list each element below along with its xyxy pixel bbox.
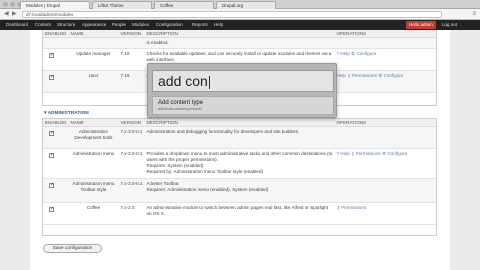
module-enable-checkbox[interactable] bbox=[49, 206, 54, 212]
configure-link[interactable]: Configure bbox=[384, 73, 404, 78]
module-enable-checkbox[interactable] bbox=[49, 52, 54, 58]
module-name: Coffee bbox=[68, 202, 119, 225]
help-icon: ? bbox=[336, 151, 340, 156]
column-header-operations: OPERATIONS bbox=[334, 30, 436, 38]
suggestion-path: admin/structure/types/add bbox=[158, 107, 202, 111]
text-caret bbox=[208, 75, 210, 89]
toolbar-item-modules[interactable]: Modules bbox=[132, 20, 149, 30]
column-header-description: DESCRIPTION bbox=[144, 30, 335, 38]
column-header-name: NAME bbox=[68, 30, 119, 38]
help-icon: ? bbox=[336, 51, 340, 56]
module-required-by: Required by: Administration menu Toolbar… bbox=[146, 169, 264, 174]
toolbar-item-structure[interactable]: Structure bbox=[57, 20, 75, 30]
module-enable-checkbox[interactable] bbox=[49, 152, 54, 158]
browser-tab[interactable]: Modules | Drupal bbox=[20, 1, 90, 9]
logout-link[interactable]: Log out bbox=[442, 20, 457, 30]
back-arrow-icon[interactable]: ◀ bbox=[4, 11, 9, 18]
toolbar-item-content[interactable]: Content bbox=[35, 20, 51, 30]
module-name: User bbox=[68, 70, 119, 93]
gear-icon: ⚙ bbox=[351, 51, 356, 56]
module-version: 7.19 bbox=[118, 48, 145, 71]
browser-menu-icon[interactable]: ≡ bbox=[472, 11, 476, 18]
gear-icon: ⚙ bbox=[378, 73, 383, 78]
module-description: is enabled. bbox=[144, 37, 335, 49]
search-query-text: add con bbox=[158, 73, 208, 89]
module-requires: Requires: Administration menu (enabled),… bbox=[146, 187, 269, 192]
help-link[interactable]: Help bbox=[336, 73, 345, 78]
save-configuration-button[interactable]: Save configuration bbox=[43, 244, 102, 253]
search-suggestion-item[interactable]: Add content type admin/structure/types/a… bbox=[152, 96, 334, 115]
module-version: 7.x-3.0-rc1 bbox=[118, 126, 145, 149]
fieldset-legend-label: ADMINISTRATION bbox=[47, 111, 89, 116]
module-name: Administration menu bbox=[68, 148, 119, 179]
toolbar-item-configuration[interactable]: Configuration bbox=[156, 20, 183, 30]
module-version: 7.x-3.0-rc1 bbox=[118, 178, 145, 203]
module-enable-checkbox[interactable] bbox=[49, 130, 54, 136]
module-version: 7.x-2.0 bbox=[118, 202, 145, 225]
module-description: An administrative module to switch betwe… bbox=[144, 202, 335, 225]
key-icon: ⚷ bbox=[347, 73, 351, 78]
permissions-link[interactable]: Permissions bbox=[352, 73, 377, 78]
hello-admin-badge[interactable]: Hello admin bbox=[406, 21, 436, 29]
column-header-description: DESCRIPTION bbox=[144, 119, 335, 127]
toolbar-item-reports[interactable]: Reports bbox=[192, 20, 208, 30]
browser-tab[interactable]: Drupal.org bbox=[216, 1, 276, 9]
window-minimize-button[interactable] bbox=[10, 2, 15, 7]
suggestion-title: Add content type bbox=[158, 100, 204, 106]
configure-link[interactable]: Configure bbox=[387, 151, 407, 156]
module-version: 7.19 bbox=[118, 70, 145, 93]
module-enable-checkbox[interactable] bbox=[49, 182, 54, 188]
module-description: Provides a dropdown menu to most adminis… bbox=[146, 151, 333, 162]
column-header-operations: OPERATIONS bbox=[334, 119, 436, 127]
browser-tab[interactable]: Coffee bbox=[154, 1, 214, 9]
table-row: Coffee 7.x-2.0 An administrative module … bbox=[43, 202, 436, 225]
column-header-enabled: ENABLED bbox=[43, 30, 69, 38]
module-version: 7.x-3.0-rc1 bbox=[118, 148, 145, 179]
coffee-search-input[interactable]: add con bbox=[152, 70, 334, 92]
table-row: Administration menu 7.x-3.0-rc1 Provides… bbox=[43, 148, 436, 179]
module-enable-checkbox[interactable] bbox=[49, 74, 54, 80]
toolbar-item-people[interactable]: People bbox=[112, 20, 126, 30]
help-link[interactable]: Help bbox=[340, 51, 349, 56]
window-close-button[interactable] bbox=[3, 2, 8, 7]
coffee-search-popup: add con Add content type admin/structure… bbox=[147, 63, 337, 118]
module-description: Administration and debugging functionali… bbox=[144, 126, 335, 149]
help-link[interactable]: Help bbox=[340, 151, 349, 156]
column-header-enabled: ENABLED bbox=[43, 119, 69, 127]
key-icon: ⚷ bbox=[336, 205, 340, 210]
module-name: Administration Development tools bbox=[68, 126, 119, 149]
module-name: Update manager bbox=[68, 48, 119, 71]
toolbar-item-appearance[interactable]: Appearance bbox=[82, 20, 106, 30]
admin-toolbar: Dashboard Content Structure Appearance P… bbox=[0, 20, 480, 30]
table-row: Administration Development tools 7.x-3.0… bbox=[43, 126, 436, 149]
url-input[interactable]: d7.local/admin/modules bbox=[22, 11, 442, 18]
table-row: is enabled. bbox=[43, 37, 436, 49]
toolbar-item-dashboard[interactable]: Dashboard bbox=[6, 20, 28, 30]
administration-fieldset: ENABLED NAME VERSION DESCRIPTION OPERATI… bbox=[42, 118, 437, 236]
permissions-link[interactable]: Permissions bbox=[356, 151, 381, 156]
column-header-version: VERSION bbox=[118, 119, 145, 127]
configure-link[interactable]: Configure bbox=[356, 51, 376, 56]
gear-icon: ⚙ bbox=[382, 151, 387, 156]
forward-arrow-icon[interactable]: ▶ bbox=[12, 11, 17, 18]
administration-modules-table: ENABLED NAME VERSION DESCRIPTION OPERATI… bbox=[43, 119, 436, 225]
permissions-link[interactable]: Permissions bbox=[341, 205, 366, 210]
key-icon: ⚷ bbox=[351, 151, 355, 156]
column-header-name: NAME bbox=[68, 119, 119, 127]
fieldset-legend-administration[interactable]: ▾ ADMINISTRATION bbox=[44, 111, 89, 116]
browser-tab[interactable]: LiftUI Theme bbox=[92, 1, 152, 9]
toolbar-item-help[interactable]: Help bbox=[214, 20, 223, 30]
browser-address-bar: ◀ ▶ d7.local/admin/modules ≡ bbox=[0, 9, 480, 20]
module-name: Administration menu Toolbar style bbox=[68, 178, 119, 203]
column-header-version: VERSION bbox=[118, 30, 145, 38]
browser-tab-bar: Modules | Drupal LiftUI Theme Coffee Dru… bbox=[0, 0, 480, 9]
table-row: Administration menu Toolbar style 7.x-3.… bbox=[43, 178, 436, 203]
